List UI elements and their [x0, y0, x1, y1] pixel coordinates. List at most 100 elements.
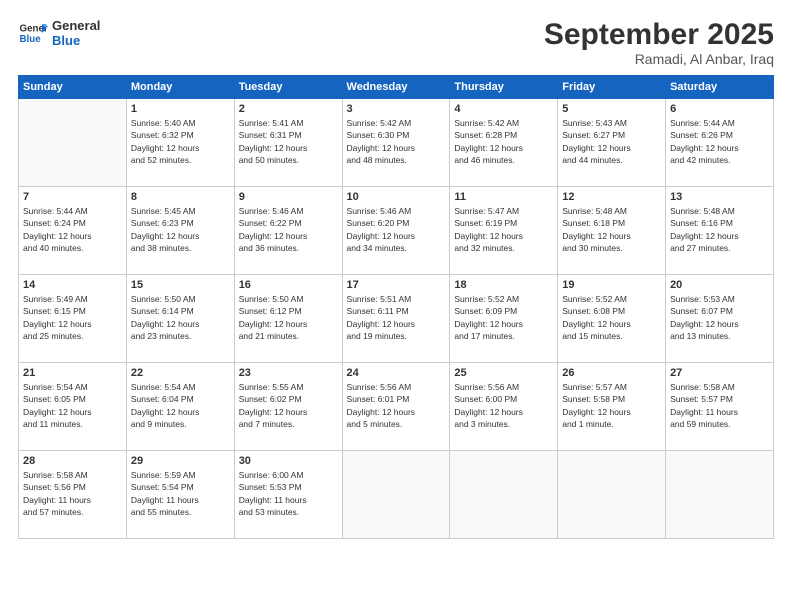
day-number: 10	[347, 191, 446, 203]
day-number: 25	[454, 367, 553, 379]
day-info: Sunrise: 6:00 AM Sunset: 5:53 PM Dayligh…	[239, 469, 338, 518]
day-info: Sunrise: 5:58 AM Sunset: 5:56 PM Dayligh…	[23, 469, 122, 518]
day-number: 19	[562, 279, 661, 291]
day-number: 23	[239, 367, 338, 379]
day-info: Sunrise: 5:48 AM Sunset: 6:16 PM Dayligh…	[670, 205, 769, 254]
day-number: 7	[23, 191, 122, 203]
day-info: Sunrise: 5:41 AM Sunset: 6:31 PM Dayligh…	[239, 117, 338, 166]
table-row: 18Sunrise: 5:52 AM Sunset: 6:09 PM Dayli…	[450, 275, 558, 363]
day-number: 27	[670, 367, 769, 379]
day-info: Sunrise: 5:43 AM Sunset: 6:27 PM Dayligh…	[562, 117, 661, 166]
table-row	[450, 451, 558, 539]
day-info: Sunrise: 5:51 AM Sunset: 6:11 PM Dayligh…	[347, 293, 446, 342]
table-row: 25 Sunrise: 5:56 AM Sunset: 6:00 PM Dayli…	[450, 363, 558, 451]
day-number: 14	[23, 279, 122, 291]
day-number: 1	[131, 103, 230, 115]
table-row: 3 Sunrise: 5:42 AM Sunset: 6:30 PM Daylig…	[342, 99, 450, 187]
table-row: 23 Sunrise: 5:55 AM Sunset: 6:02 PM Dayli…	[234, 363, 342, 451]
col-header-friday: Friday	[558, 76, 666, 99]
day-info: Sunrise: 5:40 AM Sunset: 6:32 PM Dayligh…	[131, 117, 230, 166]
day-info: Sunrise: 5:46 AM Sunset: 6:20 PM Dayligh…	[347, 205, 446, 254]
col-header-wednesday: Wednesday	[342, 76, 450, 99]
day-info: Sunrise: 5:59 AM Sunset: 5:54 PM Dayligh…	[131, 469, 230, 518]
day-number: 15	[131, 279, 230, 291]
day-info: Sunrise: 5:48 AM Sunset: 6:18 PM Dayligh…	[562, 205, 661, 254]
table-row: 10 Sunrise: 5:46 AM Sunset: 6:20 PM Dayli…	[342, 187, 450, 275]
day-number: 30	[239, 455, 338, 467]
logo: General Blue General Blue	[18, 18, 100, 48]
day-info: Sunrise: 5:50 AM Sunset: 6:14 PM Dayligh…	[131, 293, 230, 342]
table-row	[342, 451, 450, 539]
day-number: 13	[670, 191, 769, 203]
day-number: 12	[562, 191, 661, 203]
day-number: 24	[347, 367, 446, 379]
calendar-row-2: 7 Sunrise: 5:44 AM Sunset: 6:24 PM Daylig…	[19, 187, 774, 275]
table-row: 6Sunrise: 5:44 AM Sunset: 6:26 PM Daylig…	[666, 99, 774, 187]
day-number: 2	[239, 103, 338, 115]
day-info: Sunrise: 5:52 AM Sunset: 6:08 PM Dayligh…	[562, 293, 661, 342]
day-info: Sunrise: 5:55 AM Sunset: 6:02 PM Dayligh…	[239, 381, 338, 430]
day-number: 16	[239, 279, 338, 291]
table-row: 14 Sunrise: 5:49 AM Sunset: 6:15 PM Dayli…	[19, 275, 127, 363]
table-row: 17 Sunrise: 5:51 AM Sunset: 6:11 PM Dayli…	[342, 275, 450, 363]
day-number: 3	[347, 103, 446, 115]
col-header-monday: Monday	[126, 76, 234, 99]
table-row: 27Sunrise: 5:58 AM Sunset: 5:57 PM Dayli…	[666, 363, 774, 451]
day-number: 29	[131, 455, 230, 467]
table-row: 20Sunrise: 5:53 AM Sunset: 6:07 PM Dayli…	[666, 275, 774, 363]
table-row: 24 Sunrise: 5:56 AM Sunset: 6:01 PM Dayli…	[342, 363, 450, 451]
table-row: 11 Sunrise: 5:47 AM Sunset: 6:19 PM Dayli…	[450, 187, 558, 275]
day-number: 22	[131, 367, 230, 379]
table-row: 8Sunrise: 5:45 AM Sunset: 6:23 PM Daylig…	[126, 187, 234, 275]
day-info: Sunrise: 5:52 AM Sunset: 6:09 PM Dayligh…	[454, 293, 553, 342]
day-info: Sunrise: 5:53 AM Sunset: 6:07 PM Dayligh…	[670, 293, 769, 342]
svg-text:Blue: Blue	[20, 34, 42, 45]
table-row: 7 Sunrise: 5:44 AM Sunset: 6:24 PM Daylig…	[19, 187, 127, 275]
month-title: September 2025	[544, 18, 774, 51]
col-header-saturday: Saturday	[666, 76, 774, 99]
table-row: 12 Sunrise: 5:48 AM Sunset: 6:18 PM Dayli…	[558, 187, 666, 275]
col-header-tuesday: Tuesday	[234, 76, 342, 99]
table-row: 2 Sunrise: 5:41 AM Sunset: 6:31 PM Daylig…	[234, 99, 342, 187]
day-info: Sunrise: 5:42 AM Sunset: 6:30 PM Dayligh…	[347, 117, 446, 166]
day-number: 26	[562, 367, 661, 379]
table-row	[19, 99, 127, 187]
page: General Blue General Blue September 2025…	[0, 0, 792, 612]
header: General Blue General Blue September 2025…	[18, 18, 774, 67]
day-number: 5	[562, 103, 661, 115]
day-info: Sunrise: 5:47 AM Sunset: 6:19 PM Dayligh…	[454, 205, 553, 254]
day-number: 17	[347, 279, 446, 291]
day-info: Sunrise: 5:56 AM Sunset: 6:01 PM Dayligh…	[347, 381, 446, 430]
calendar-row-5: 28 Sunrise: 5:58 AM Sunset: 5:56 PM Dayli…	[19, 451, 774, 539]
calendar-header-row: SundayMondayTuesdayWednesdayThursdayFrid…	[19, 76, 774, 99]
col-header-thursday: Thursday	[450, 76, 558, 99]
table-row: 21Sunrise: 5:54 AM Sunset: 6:05 PM Dayli…	[19, 363, 127, 451]
table-row: 22Sunrise: 5:54 AM Sunset: 6:04 PM Dayli…	[126, 363, 234, 451]
title-block: September 2025 Ramadi, Al Anbar, Iraq	[544, 18, 774, 67]
table-row	[666, 451, 774, 539]
table-row: 29 Sunrise: 5:59 AM Sunset: 5:54 PM Dayli…	[126, 451, 234, 539]
day-info: Sunrise: 5:50 AM Sunset: 6:12 PM Dayligh…	[239, 293, 338, 342]
day-number: 9	[239, 191, 338, 203]
day-number: 11	[454, 191, 553, 203]
day-info: Sunrise: 5:45 AM Sunset: 6:23 PM Dayligh…	[131, 205, 230, 254]
table-row: 4Sunrise: 5:42 AM Sunset: 6:28 PM Daylig…	[450, 99, 558, 187]
logo-icon: General Blue	[18, 18, 48, 48]
day-info: Sunrise: 5:57 AM Sunset: 5:58 PM Dayligh…	[562, 381, 661, 430]
day-info: Sunrise: 5:44 AM Sunset: 6:24 PM Dayligh…	[23, 205, 122, 254]
day-info: Sunrise: 5:49 AM Sunset: 6:15 PM Dayligh…	[23, 293, 122, 342]
table-row: 1 Sunrise: 5:40 AM Sunset: 6:32 PM Daylig…	[126, 99, 234, 187]
table-row: 16 Sunrise: 5:50 AM Sunset: 6:12 PM Dayli…	[234, 275, 342, 363]
location-subtitle: Ramadi, Al Anbar, Iraq	[544, 51, 774, 67]
calendar-row-4: 21Sunrise: 5:54 AM Sunset: 6:05 PM Dayli…	[19, 363, 774, 451]
calendar-table: SundayMondayTuesdayWednesdayThursdayFrid…	[18, 75, 774, 539]
day-number: 28	[23, 455, 122, 467]
table-row: 30 Sunrise: 6:00 AM Sunset: 5:53 PM Dayli…	[234, 451, 342, 539]
table-row	[558, 451, 666, 539]
day-number: 6	[670, 103, 769, 115]
calendar-row-3: 14 Sunrise: 5:49 AM Sunset: 6:15 PM Dayli…	[19, 275, 774, 363]
day-number: 21	[23, 367, 122, 379]
table-row: 26 Sunrise: 5:57 AM Sunset: 5:58 PM Dayli…	[558, 363, 666, 451]
calendar-row-1: 1 Sunrise: 5:40 AM Sunset: 6:32 PM Daylig…	[19, 99, 774, 187]
day-info: Sunrise: 5:56 AM Sunset: 6:00 PM Dayligh…	[454, 381, 553, 430]
